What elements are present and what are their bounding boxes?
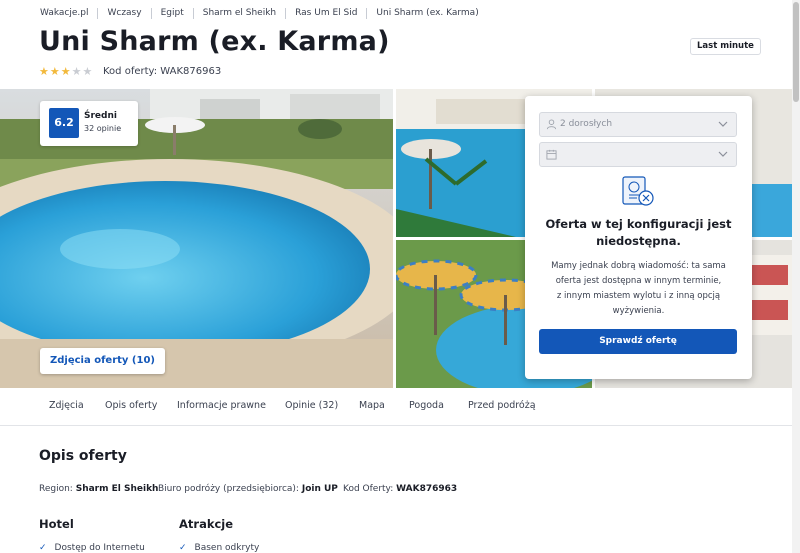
unavailable-document-icon: [622, 176, 654, 206]
travelers-select[interactable]: 2 dorosłych: [539, 112, 737, 137]
tab-legal-info[interactable]: Informacje prawne: [177, 400, 266, 411]
hotel-feature: ✓ Dostęp do Internetu: [39, 543, 145, 553]
offer-code: Kod oferty: WAK876963: [103, 66, 222, 77]
organizer-value: Join UP: [301, 484, 338, 494]
rating-label: Średni: [84, 111, 117, 121]
check-icon: ✓: [179, 543, 187, 553]
hotel-heading: Hotel: [39, 517, 74, 531]
date-select[interactable]: [539, 142, 737, 167]
rating-score: 6.2: [49, 108, 79, 138]
star-icon: ★: [82, 65, 93, 78]
offer-code-info: Kod Oferty: WAK876963: [343, 484, 457, 494]
hotel-feature-label: Dostęp do Internetu: [54, 543, 145, 553]
section-tabs: Zdjęcia Opis oferty Informacje prawne Op…: [0, 388, 800, 426]
unavailable-title: Oferta w tej konfiguracji jest niedostęp…: [545, 217, 732, 248]
check-offer-button[interactable]: Sprawdź ofertę: [539, 329, 737, 354]
breadcrumb-item-ras-um-el-sid[interactable]: Ras Um El Sid: [295, 8, 357, 18]
booking-panel: 2 dorosłych Oferta w tej konfiguracji je…: [525, 96, 752, 379]
breadcrumb-item-current: Uni Sharm (ex. Karma): [376, 8, 479, 18]
tab-weather[interactable]: Pogoda: [409, 400, 444, 411]
star-icon: ★: [71, 65, 82, 78]
scrollbar-thumb[interactable]: [793, 2, 799, 102]
person-icon: [546, 119, 557, 130]
message-line: z innym miastem wylotu i z inną opcją: [556, 291, 721, 301]
breadcrumb-separator: [285, 7, 287, 19]
page-title: Uni Sharm (ex. Karma): [39, 26, 390, 57]
star-rating: ★ ★ ★ ★ ★: [39, 66, 92, 77]
breadcrumb-item-egipt[interactable]: Egipt: [161, 8, 184, 18]
star-icon: ★: [39, 65, 49, 78]
tab-photos[interactable]: Zdjęcia: [49, 400, 84, 411]
description-title: Opis oferty: [39, 448, 127, 464]
attraction-feature-label: Basen odkryty: [194, 543, 260, 553]
tab-before-travel[interactable]: Przed podróżą: [468, 400, 536, 411]
travelers-value: 2 dorosłych: [560, 119, 613, 129]
chevron-down-icon: [718, 151, 728, 157]
breadcrumb-separator: [192, 7, 194, 19]
breadcrumb-separator: [97, 7, 99, 19]
page-scrollbar[interactable]: [792, 0, 800, 553]
region-label: Region:: [39, 484, 73, 494]
check-icon: ✓: [39, 543, 47, 553]
chevron-down-icon: [718, 121, 728, 127]
attractions-heading: Atrakcje: [179, 517, 234, 531]
last-minute-badge: Last minute: [690, 38, 761, 55]
region-info: Region: Sharm El Sheikh: [39, 484, 158, 494]
organizer-label: Biuro podróży (przedsiębiorca):: [158, 484, 299, 494]
breadcrumb-separator: [366, 7, 368, 19]
rating-count: 32 opinie: [84, 124, 122, 133]
message-line: oferta jest dostępna w innym terminie,: [555, 276, 722, 286]
tab-reviews[interactable]: Opinie (32): [285, 400, 338, 411]
offer-code-label: Kod Oferty:: [343, 484, 394, 494]
breadcrumb: Wakacje.pl Wczasy Egipt Sharm el Sheikh …: [40, 6, 479, 20]
breadcrumb-item-wczasy[interactable]: Wczasy: [107, 8, 141, 18]
attraction-feature: ✓ Basen odkryty: [179, 543, 259, 553]
offer-code-value: WAK876963: [396, 484, 458, 494]
breadcrumb-item-sharm[interactable]: Sharm el Sheikh: [203, 8, 276, 18]
organizer-info: Biuro podróży (przedsiębiorca): Join UP: [158, 484, 338, 494]
message-line: Mamy jednak dobrą wiadomość: ta sama: [551, 261, 726, 271]
tab-map[interactable]: Mapa: [359, 400, 385, 411]
unavailable-message: Mamy jednak dobrą wiadomość: ta sama ofe…: [525, 259, 752, 319]
tab-description[interactable]: Opis oferty: [105, 400, 157, 411]
star-icon: ★: [49, 65, 60, 78]
star-icon: ★: [60, 65, 71, 78]
message-line: wyżywienia.: [612, 306, 665, 316]
rating-card[interactable]: 6.2 Średni 32 opinie: [40, 101, 138, 146]
breadcrumb-separator: [150, 7, 152, 19]
photos-button[interactable]: Zdjęcia oferty (10): [40, 348, 165, 374]
breadcrumb-item-wakacje[interactable]: Wakacje.pl: [40, 8, 88, 18]
calendar-icon: [546, 149, 557, 160]
region-value: Sharm El Sheikh: [75, 484, 159, 494]
